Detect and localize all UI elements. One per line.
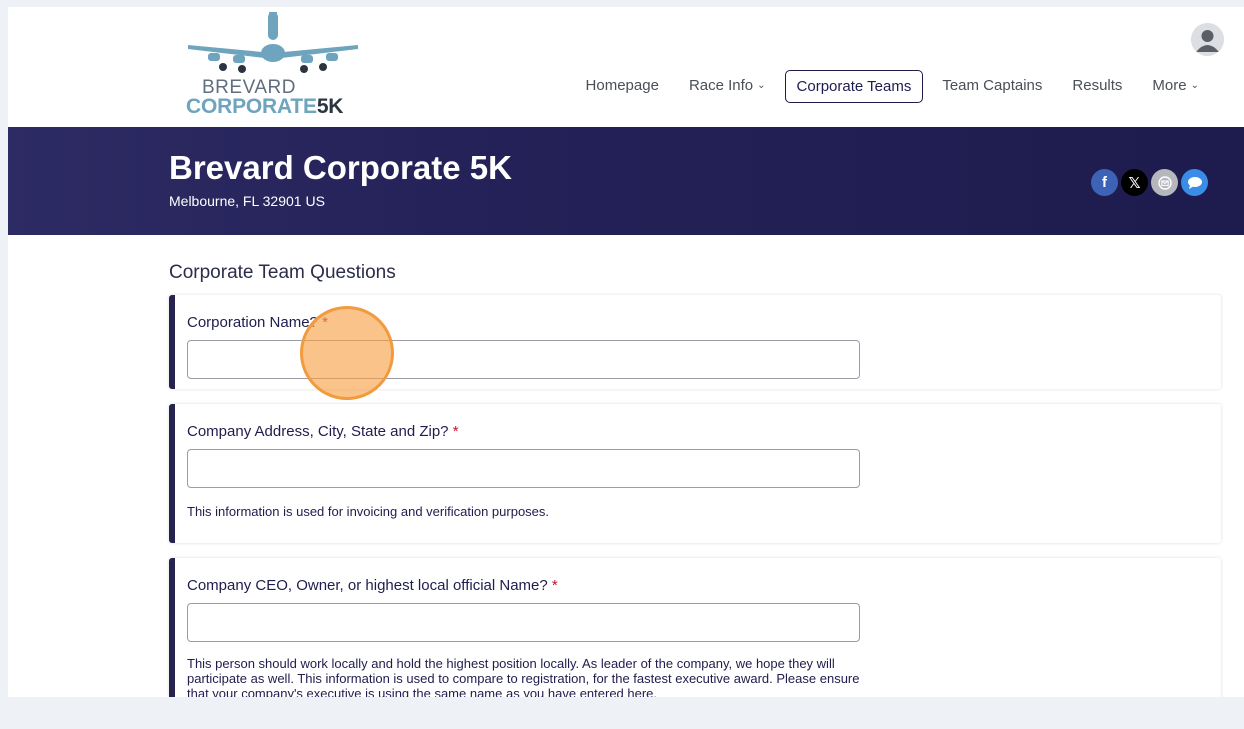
email-icon[interactable] xyxy=(1151,169,1178,196)
page: BREVARD CORPORATE5K Homepage Race Info ⌄ … xyxy=(8,7,1244,697)
event-banner: Brevard Corporate 5K Melbourne, FL 32901… xyxy=(8,127,1244,235)
site-header: BREVARD CORPORATE5K Homepage Race Info ⌄ … xyxy=(8,7,1244,127)
question-card-company-ceo: Company CEO, Owner, or highest local off… xyxy=(169,558,1221,697)
required-marker: * xyxy=(452,423,459,440)
section-title: Corporate Team Questions xyxy=(169,262,396,283)
x-icon[interactable]: 𝕏 xyxy=(1121,169,1148,196)
chat-icon[interactable] xyxy=(1181,169,1208,196)
question-help-text: This person should work locally and hold… xyxy=(187,656,860,697)
question-label: Company CEO, Owner, or highest local off… xyxy=(187,577,558,594)
event-location: Melbourne, FL 32901 US xyxy=(169,193,325,209)
nav-homepage[interactable]: Homepage xyxy=(571,69,674,103)
chevron-down-icon: ⌄ xyxy=(1190,80,1199,91)
click-indicator xyxy=(300,306,394,400)
facebook-icon[interactable]: f xyxy=(1091,169,1118,196)
user-avatar-icon[interactable] xyxy=(1191,23,1224,56)
question-card-company-address: Company Address, City, State and Zip? * … xyxy=(169,404,1221,543)
main-nav: Homepage Race Info ⌄ Corporate Teams Team… xyxy=(571,69,1214,103)
social-share-bar: f 𝕏 xyxy=(1091,169,1208,196)
nav-results[interactable]: Results xyxy=(1057,69,1137,103)
required-marker: * xyxy=(551,577,558,594)
site-logo[interactable]: BREVARD CORPORATE5K xyxy=(178,9,368,121)
airplane-logo-icon xyxy=(188,12,358,73)
nav-corporate-teams[interactable]: Corporate Teams xyxy=(784,69,924,103)
nav-more[interactable]: More ⌄ xyxy=(1137,69,1214,103)
question-help-text: This information is used for invoicing a… xyxy=(187,504,550,519)
nav-race-info[interactable]: Race Info ⌄ xyxy=(674,69,781,103)
company-ceo-input[interactable] xyxy=(187,603,860,642)
event-title: Brevard Corporate 5K xyxy=(169,149,512,186)
corporation-name-input[interactable] xyxy=(187,340,860,379)
chevron-down-icon: ⌄ xyxy=(757,80,766,91)
nav-team-captains[interactable]: Team Captains xyxy=(927,69,1057,103)
logo-text-corporate5k: CORPORATE5K xyxy=(186,95,344,118)
company-address-input[interactable] xyxy=(187,449,860,488)
question-label: Company Address, City, State and Zip? * xyxy=(187,423,459,440)
